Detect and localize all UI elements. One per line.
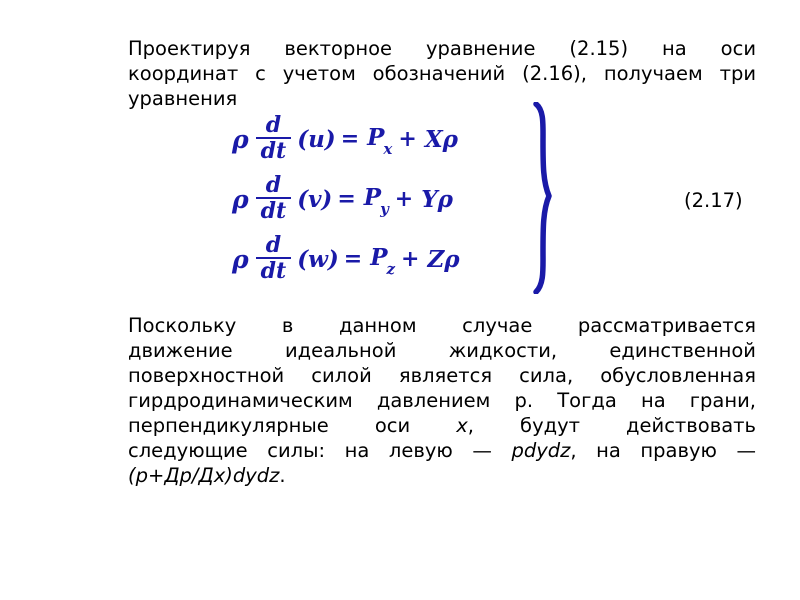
axis-variable-italic: x	[456, 414, 468, 437]
plus-sign: +	[398, 126, 417, 152]
paragraph-intro-line: координат с учетом обозначений (2.16), п…	[128, 62, 756, 85]
equals-sign: =	[340, 126, 360, 152]
paragraph-intro-line: Проектируя векторное уравнение (2.15) на…	[128, 37, 756, 60]
body-force-term: Xρ	[422, 126, 458, 153]
velocity-component: (u)	[297, 125, 336, 153]
derivative-fraction: d dt	[255, 171, 292, 225]
body-force-term: Zρ	[424, 246, 459, 273]
pressure-subscript: z	[386, 260, 396, 279]
body-force-letter: Z	[427, 245, 445, 273]
pressure-term: Pz	[367, 243, 396, 279]
rho-symbol: ρ	[232, 124, 249, 154]
derivative-fraction: d dt	[255, 111, 292, 165]
pressure-letter: P	[363, 183, 382, 211]
pressure-term: Py	[361, 183, 390, 219]
equation-row-z: ρ d dt (w) = Pz + Zρ	[232, 230, 552, 288]
paragraph-body: Поскольку в данном случае рассматриваетс…	[76, 313, 756, 488]
fraction-numerator: d	[265, 111, 282, 138]
fraction-numerator: d	[265, 231, 282, 258]
text-run: поверхностной силой является сила, обусл…	[128, 364, 756, 387]
paragraph-body-line: Поскольку в данном случае рассматриваетс…	[76, 313, 756, 338]
equals-sign: =	[337, 186, 356, 212]
force-expression-italic: (p+Дp/Дx)dydz	[128, 464, 280, 487]
force-expression-italic: pdydz	[511, 439, 571, 462]
paragraph-body-line: движение идеальной жидкости, единственно…	[76, 338, 756, 363]
fraction-denominator: dt	[260, 198, 287, 225]
body-force-letter: Y	[421, 185, 438, 213]
equation-row-y: ρ d dt (v) = Py + Yρ	[232, 170, 552, 228]
fraction-denominator: dt	[260, 258, 287, 285]
pressure-subscript: y	[380, 200, 389, 219]
paragraph-body-line: перпендикулярные оси x, будут действоват…	[76, 413, 756, 438]
body-force-rho: ρ	[437, 185, 453, 213]
plus-sign: +	[401, 246, 420, 272]
body-force-letter: X	[424, 125, 443, 153]
paragraph-body-line: поверхностной силой является сила, обусл…	[76, 363, 756, 388]
text-run: движение идеальной жидкости, единственно…	[128, 339, 756, 362]
velocity-component: (w)	[297, 245, 339, 273]
rho-symbol: ρ	[232, 244, 249, 274]
fraction-denominator: dt	[260, 138, 287, 165]
text-run: , будут действовать	[467, 414, 756, 437]
text-run: .	[279, 464, 286, 487]
equation-row-x: ρ d dt (u) = Px + Xρ	[232, 110, 552, 168]
paragraph-body-line: следующие силы: на левую — pdydz, на пра…	[76, 438, 756, 463]
equation-group-217: ρ d dt (u) = Px + Xρ ρ d dt (v) = Py + Y…	[232, 102, 572, 294]
fraction-numerator: d	[265, 171, 282, 198]
text-run: , на правую —	[570, 439, 756, 462]
body-force-rho: ρ	[444, 245, 460, 273]
rho-symbol: ρ	[232, 184, 249, 214]
equals-sign: =	[343, 246, 363, 272]
pressure-letter: P	[370, 243, 388, 271]
derivative-fraction: d dt	[255, 231, 292, 285]
body-force-rho: ρ	[442, 125, 458, 153]
paragraph-body-line: гирдродинамическим давлением p. Тогда на…	[76, 388, 756, 413]
text-run: следующие силы: на левую —	[128, 439, 512, 462]
plus-sign: +	[394, 186, 414, 212]
text-run: Поскольку в данном случае рассматриваетс…	[128, 314, 756, 337]
pressure-letter: P	[367, 123, 385, 151]
velocity-component: (v)	[297, 185, 333, 213]
slide-canvas: Проектируя векторное уравнение (2.15) на…	[0, 0, 800, 600]
pressure-subscript: x	[383, 140, 393, 159]
paragraph-body-line: (p+Дp/Дx)dydz.	[76, 463, 756, 488]
body-force-term: Yρ	[418, 186, 453, 213]
text-run: гирдродинамическим давлением p. Тогда на…	[128, 389, 756, 412]
pressure-term: Px	[364, 123, 393, 159]
paragraph-intro: Проектируя векторное уравнение (2.15) на…	[76, 36, 756, 111]
equation-number: (2.17)	[684, 189, 743, 212]
text-run: перпендикулярные оси	[128, 414, 457, 437]
